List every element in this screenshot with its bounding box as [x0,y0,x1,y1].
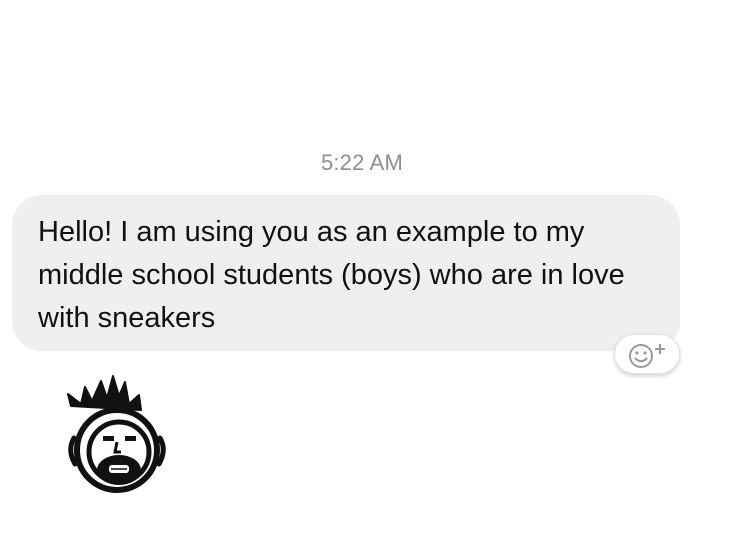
crowned-face-logo-icon [67,375,166,493]
smiley-add-icon [629,344,665,368]
add-reaction-button[interactable] [614,334,680,374]
message-text: Hello! I am using you as an example to m… [38,216,625,334]
avatar[interactable] [55,370,175,500]
message-timestamp: 5:22 AM [320,150,404,175]
message-bubble[interactable]: Hello! I am using you as an example to m… [12,195,680,351]
